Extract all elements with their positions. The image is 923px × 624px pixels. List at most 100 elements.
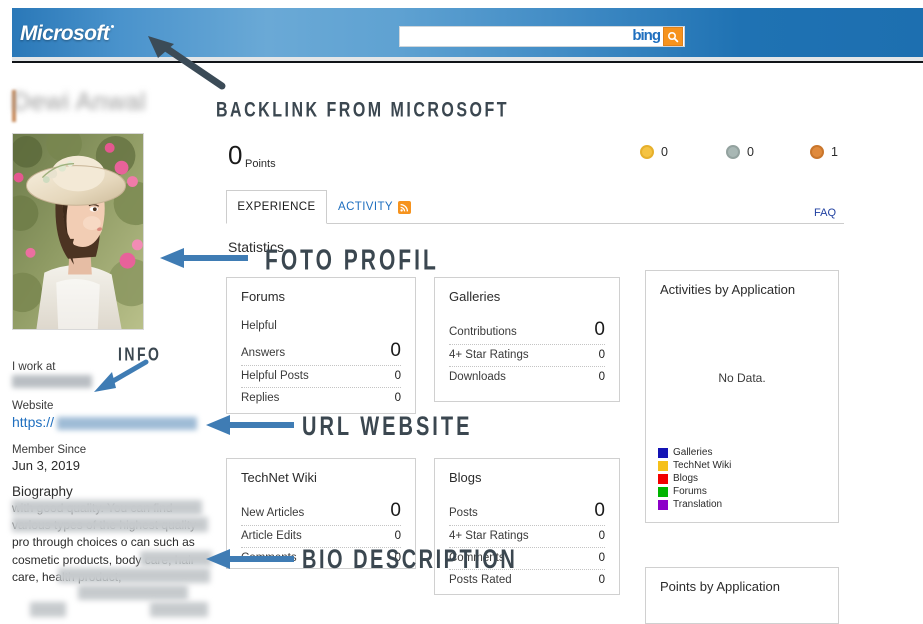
gold-badge-icon <box>640 145 654 159</box>
bio-redaction <box>150 602 208 617</box>
legend-label: Forums <box>673 486 707 497</box>
annotation-info-profesi-clip: INFO PROFESI <box>118 338 228 364</box>
header-underline-dark <box>12 61 923 63</box>
gold-badge[interactable]: 0 <box>640 145 668 159</box>
search-icon[interactable] <box>663 27 683 46</box>
stat-row: Downloads 0 <box>449 367 605 388</box>
legend-swatch-galleries <box>658 447 668 458</box>
annotation-bio-description: BIO DESCRIPTION <box>302 545 518 575</box>
legend-swatch-translation <box>658 499 668 510</box>
legend-label: Galleries <box>673 447 713 458</box>
profile-display-name: Dewi Anwal <box>12 88 147 116</box>
microsoft-logo[interactable]: Microsoft <box>20 22 115 46</box>
stat-value: 0 <box>390 340 401 361</box>
stat-label: Answers <box>241 347 286 359</box>
stat-label: Downloads <box>449 371 506 383</box>
bio-redaction <box>12 517 208 532</box>
bio-redaction <box>58 568 210 583</box>
panel-title: Activities by Application <box>660 282 796 297</box>
stat-value: 0 <box>394 530 401 542</box>
stat-row: Helpful Posts 0 <box>241 366 401 388</box>
tab-strip: EXPERIENCE ACTIVITY <box>226 190 844 224</box>
annotation-arrow-url-website <box>206 415 294 435</box>
rss-icon <box>397 200 411 214</box>
stat-label: New Articles <box>241 507 305 519</box>
member-since-label: Member Since <box>12 444 87 456</box>
stat-label: Comments <box>241 552 297 564</box>
points-value: 0 <box>228 140 243 170</box>
silver-badge[interactable]: 0 <box>726 145 754 159</box>
stat-label: Contributions <box>449 326 517 338</box>
stat-rows: Contributions 0 4+ Star Ratings 0 Downlo… <box>449 316 605 388</box>
work-value-redacted <box>12 375 92 388</box>
no-data-text: No Data. <box>718 371 766 385</box>
stat-row: Helpful <box>241 316 401 337</box>
stat-row: Answers 0 <box>241 337 401 366</box>
website-value[interactable]: https:// <box>12 414 54 430</box>
stat-value: 0 <box>598 574 605 586</box>
card-forums: Forums Helpful Answers 0 Helpful Posts 0… <box>226 277 416 414</box>
bio-redaction <box>140 551 212 566</box>
legend-label: Translation <box>673 499 723 510</box>
page-root: Microsoft bing Dewi Anwal I work at Webs… <box>0 0 923 624</box>
tab-experience[interactable]: EXPERIENCE <box>226 190 327 224</box>
legend-item: Galleries <box>658 447 731 458</box>
bio-redaction <box>78 585 188 600</box>
avatar <box>12 133 144 330</box>
tab-activity[interactable]: ACTIVITY <box>338 190 411 224</box>
legend-item: TechNet Wiki <box>658 460 731 471</box>
stat-value: 0 <box>598 349 605 361</box>
faq-link[interactable]: FAQ <box>814 207 836 219</box>
panel-activities-by-application: Activities by Application No Data. Galle… <box>645 270 839 523</box>
annotation-backlink-from-microsoft: BACKLINK FROM MICROSOFT <box>216 99 510 122</box>
chart-legend: Galleries TechNet Wiki Blogs Forums Tran… <box>658 447 731 512</box>
stat-row: Contributions 0 <box>449 316 605 345</box>
card-title: TechNet Wiki <box>241 470 317 485</box>
work-label: I work at <box>12 361 56 373</box>
annotation-url-website: URL WEBSITE <box>302 412 473 442</box>
stat-label: 4+ Star Ratings <box>449 530 529 542</box>
annotation-info-profesi: INFO PROFESI <box>118 343 162 364</box>
panel-title: Points by Application <box>660 579 780 594</box>
bronze-badge[interactable]: 1 <box>810 145 838 159</box>
stat-row: New Articles 0 <box>241 497 401 526</box>
stat-value: 0 <box>598 371 605 383</box>
bing-wordmark: bing <box>632 27 661 44</box>
legend-swatch-blogs <box>658 473 668 484</box>
card-title: Forums <box>241 289 286 304</box>
stat-label: Replies <box>241 392 280 404</box>
legend-item: Forums <box>658 486 731 497</box>
stat-value: 0 <box>394 370 401 382</box>
biography-label: Biography <box>12 484 73 499</box>
stat-row: Posts 0 <box>449 497 605 526</box>
annotation-arrow-info-profesi <box>94 359 149 392</box>
bronze-badge-count: 1 <box>831 145 838 159</box>
panel-points-by-application: Points by Application <box>645 567 839 624</box>
legend-item: Blogs <box>658 473 731 484</box>
stat-label: Helpful <box>241 320 277 332</box>
gold-badge-count: 0 <box>661 145 668 159</box>
bio-redaction <box>12 500 202 515</box>
search-input[interactable] <box>400 26 633 47</box>
legend-label: Blogs <box>673 473 699 484</box>
stat-rows: Helpful Answers 0 Helpful Posts 0 Replie… <box>241 316 401 409</box>
bing-search-box[interactable]: bing <box>399 26 685 47</box>
stat-value: 0 <box>598 530 605 542</box>
bronze-badge-icon <box>810 145 824 159</box>
card-title: Galleries <box>449 289 501 304</box>
silver-badge-icon <box>726 145 740 159</box>
stat-label: Posts <box>449 507 478 519</box>
stat-rows: Posts 0 4+ Star Ratings 0 Comments 0 Pos… <box>449 497 605 591</box>
stat-row: Replies 0 <box>241 388 401 409</box>
legend-item: Translation <box>658 499 731 510</box>
card-title: Blogs <box>449 470 482 485</box>
annotation-foto-profil: FOTO PROFIL <box>265 245 439 277</box>
stat-value: 0 <box>394 392 401 404</box>
legend-label: TechNet Wiki <box>673 460 732 471</box>
member-since-value: Jun 3, 2019 <box>12 458 80 473</box>
silver-badge-count: 0 <box>747 145 754 159</box>
stat-label: Helpful Posts <box>241 370 309 382</box>
stat-row: 4+ Star Ratings 0 <box>449 345 605 367</box>
bio-redaction <box>30 602 66 617</box>
stat-value: 0 <box>390 500 401 521</box>
